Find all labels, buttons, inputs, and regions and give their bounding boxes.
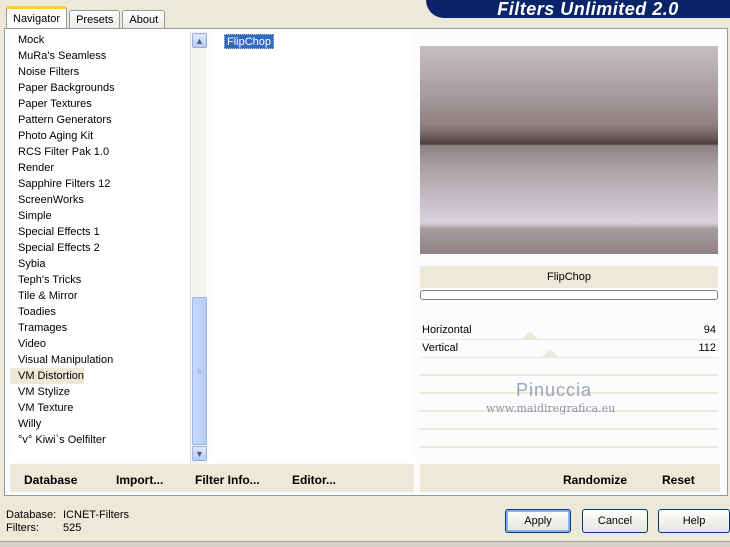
param-value: 112 — [698, 342, 716, 354]
category-list: Mock MuRa's Seamless Noise Filters Paper… — [10, 32, 208, 462]
param-label: Horizontal — [422, 324, 472, 336]
randomize-button[interactable]: Randomize — [563, 473, 627, 487]
category-item[interactable]: Tramages — [10, 320, 208, 336]
category-item[interactable]: Mock — [10, 32, 208, 48]
param-actions-bar: Randomize Reset — [420, 464, 720, 492]
status-filters-value: 525 — [63, 522, 82, 534]
selected-filter-title: FlipChop — [420, 266, 718, 288]
scroll-up-button[interactable]: ▲ — [192, 33, 207, 48]
category-item[interactable]: Toadies — [10, 304, 208, 320]
status-filters: Filters: 525 — [6, 522, 81, 534]
param-row-horizontal[interactable]: Horizontal 94 — [420, 322, 718, 340]
watermark-name: Pinuccia — [516, 380, 593, 400]
category-item[interactable]: Willy — [10, 416, 208, 432]
filter-actions-bar: Database Import... Filter Info... Editor… — [10, 464, 414, 492]
database-button[interactable]: Database — [24, 473, 77, 487]
category-item[interactable]: Paper Backgrounds — [10, 80, 208, 96]
tab-presets[interactable]: Presets — [69, 10, 121, 28]
editor-button[interactable]: Editor... — [292, 473, 336, 487]
grip-icon: ≡ — [197, 366, 202, 376]
import-button[interactable]: Import... — [116, 473, 163, 487]
param-value: 94 — [703, 324, 716, 336]
category-item[interactable]: Visual Manipulation — [10, 352, 208, 368]
category-item[interactable]: Photo Aging Kit — [10, 128, 208, 144]
scroll-thumb[interactable]: ≡ — [192, 297, 207, 445]
tab-about[interactable]: About — [122, 10, 166, 28]
app-title-banner: Filters Unlimited 2.0 — [426, 0, 730, 19]
filter-info-button[interactable]: Filter Info... — [195, 473, 260, 487]
scroll-down-button[interactable]: ▼ — [192, 446, 207, 461]
category-item[interactable]: Video — [10, 336, 208, 352]
category-item[interactable]: Teph's Tricks — [10, 272, 208, 288]
param-row-vertical[interactable]: Vertical 112 — [420, 340, 718, 358]
reset-button[interactable]: Reset — [662, 473, 695, 487]
category-item[interactable]: VM Stylize — [10, 384, 208, 400]
apply-button[interactable]: Apply — [505, 509, 571, 533]
progress-bar — [420, 290, 718, 300]
category-item[interactable]: Noise Filters — [10, 64, 208, 80]
filter-item-selected[interactable]: FlipChop — [224, 34, 275, 49]
watermark-site: www.maidiregrafica.eu — [486, 402, 616, 415]
slider-thumb[interactable] — [542, 349, 558, 357]
status-filters-label: Filters: — [6, 522, 39, 534]
category-item[interactable]: Special Effects 2 — [10, 240, 208, 256]
param-label: Vertical — [422, 342, 459, 354]
taskbar-strip — [0, 541, 730, 547]
category-item[interactable]: ScreenWorks — [10, 192, 208, 208]
tab-strip: Navigator Presets About — [6, 6, 167, 28]
param-row-empty — [420, 358, 718, 376]
chevron-down-icon: ▼ — [195, 448, 204, 459]
category-item[interactable]: Pattern Generators — [10, 112, 208, 128]
category-item-selected[interactable]: VM Distortion — [10, 368, 84, 384]
category-item[interactable]: VM Texture — [10, 400, 208, 416]
preview-image — [420, 46, 718, 254]
status-database: Database: ICNET-Filters — [6, 509, 129, 521]
category-item[interactable]: Sapphire Filters 12 — [10, 176, 208, 192]
cancel-button[interactable]: Cancel — [582, 509, 648, 533]
category-item[interactable]: Paper Textures — [10, 96, 208, 112]
category-item[interactable]: Render — [10, 160, 208, 176]
category-item[interactable]: Special Effects 1 — [10, 224, 208, 240]
status-database-value: ICNET-Filters — [63, 509, 129, 521]
category-item[interactable]: °v° Kiwi`s Oelfilter — [10, 432, 208, 448]
chevron-up-icon: ▲ — [195, 35, 204, 46]
category-item[interactable]: Sybia — [10, 256, 208, 272]
category-item[interactable]: MuRa's Seamless — [10, 48, 208, 64]
help-button[interactable]: Help — [658, 509, 730, 533]
status-database-label: Database: — [6, 509, 57, 521]
filter-list: FlipChop — [214, 32, 414, 462]
category-scrollbar[interactable]: ▲ ≡ ▼ — [190, 32, 207, 464]
category-item[interactable]: RCS Filter Pak 1.0 — [10, 144, 208, 160]
tab-navigator[interactable]: Navigator — [6, 6, 68, 28]
category-item[interactable]: Simple — [10, 208, 208, 224]
category-item[interactable]: Tile & Mirror — [10, 288, 208, 304]
slider-thumb[interactable] — [522, 331, 538, 339]
param-row-empty — [420, 430, 718, 448]
filter-settings-pane: FlipChop Horizontal 94 Vertical 112 Pinu… — [420, 32, 720, 466]
